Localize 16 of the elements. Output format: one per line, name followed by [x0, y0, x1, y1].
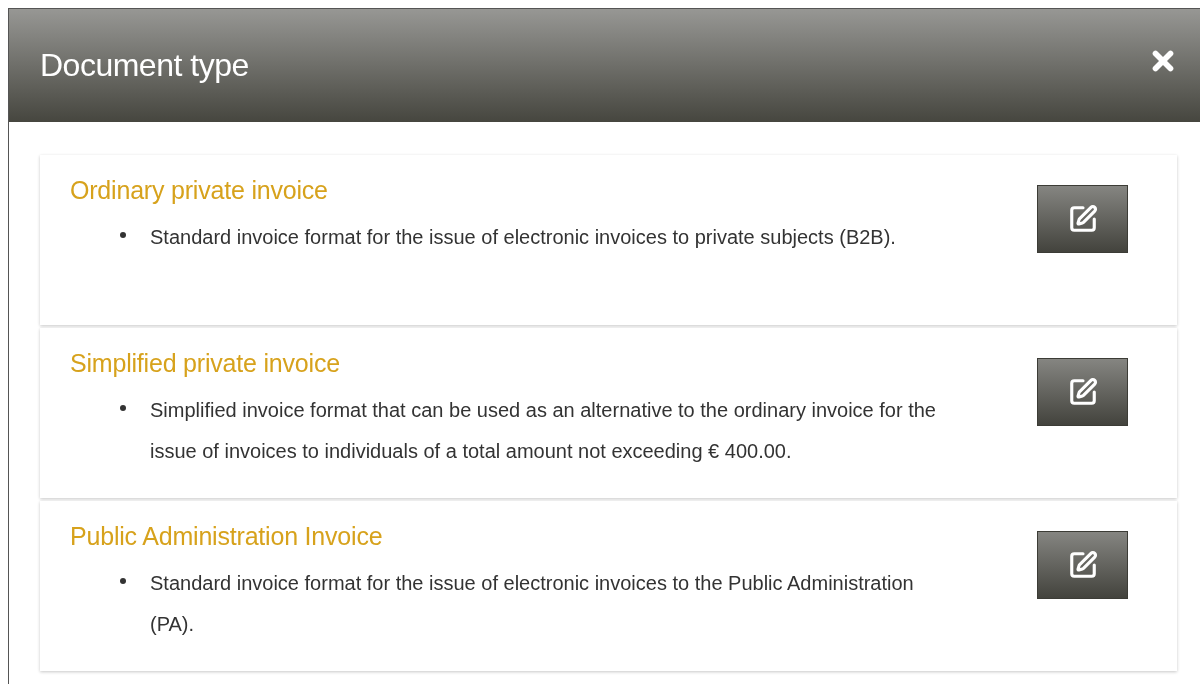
- edit-icon: [1067, 377, 1098, 407]
- edit-icon: [1067, 204, 1098, 234]
- bullet-icon: [120, 232, 126, 238]
- document-type-description: Standard invoice format for the issue of electronic invoices to the Public Administration (PA).: [150, 571, 915, 637]
- edit-button[interactable]: [1037, 185, 1128, 253]
- document-type-description: Simplified invoice format that can be used as an alternative to the ordinary invoice for the issue of invoices to individuals of a total amount not exceeding € 400.00.: [150, 398, 937, 464]
- edit-icon: [1067, 550, 1098, 580]
- dialog-title: Document type: [40, 47, 249, 84]
- document-type-title: Public Administration Invoice: [70, 521, 384, 551]
- bullet-icon: [120, 578, 126, 584]
- document-type-title: Ordinary private invoice: [70, 175, 329, 205]
- document-type-title: Simplified private invoice: [70, 348, 341, 378]
- document-type-description: Standard invoice format for the issue of electronic invoices to private subjects (B2B).: [150, 225, 896, 250]
- bullet-icon: [120, 405, 126, 411]
- edit-button[interactable]: [1037, 358, 1128, 426]
- edit-button[interactable]: [1037, 531, 1128, 599]
